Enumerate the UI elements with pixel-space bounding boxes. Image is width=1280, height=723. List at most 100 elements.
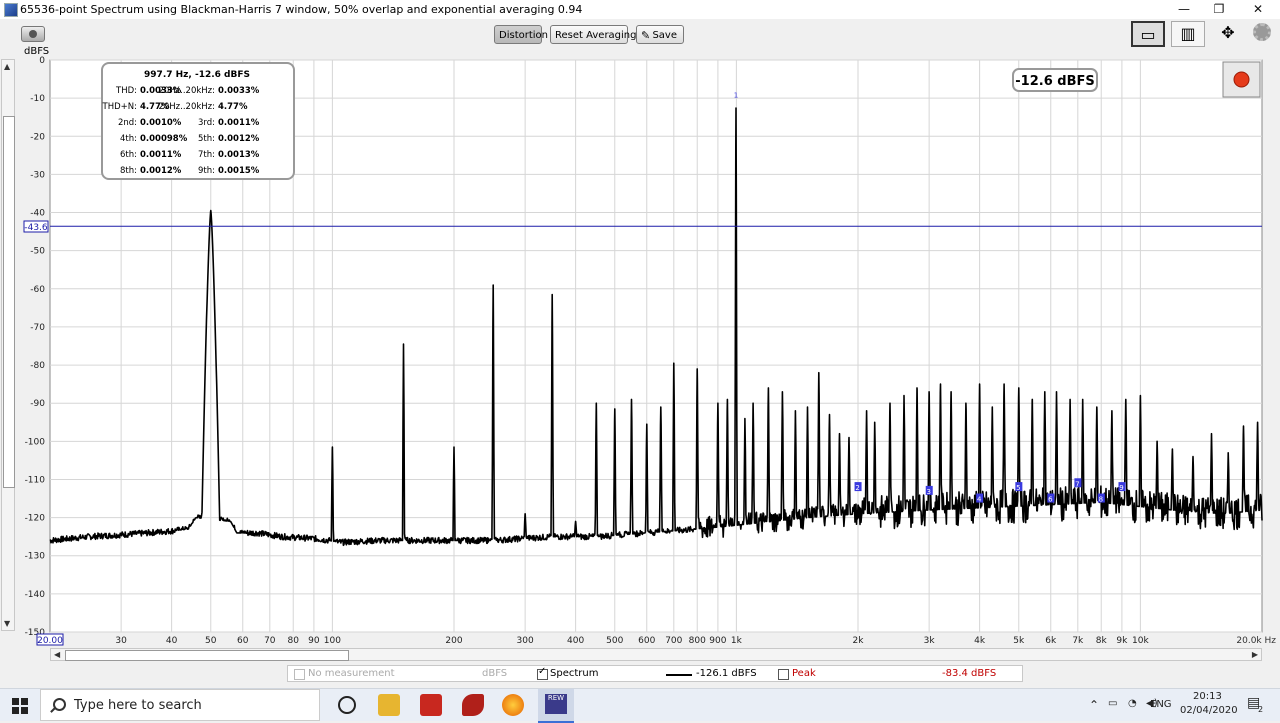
- battery-icon[interactable]: ▭: [1108, 698, 1117, 709]
- y-tick-label: -10: [30, 94, 45, 104]
- distortion-row-value: 4.77%: [218, 102, 248, 112]
- harmonic-marker-label: 3: [926, 488, 930, 496]
- legend-bar: No measurement dBFS ✓ Spectrum -126.1 dB…: [287, 665, 1023, 682]
- distortion-row-value: 0.00098%: [140, 134, 188, 144]
- search-placeholder: Type here to search: [74, 698, 202, 713]
- x-tick-label: 80: [288, 636, 300, 646]
- x-start-label: 20.00: [37, 636, 63, 646]
- clock-date[interactable]: 02/04/2020: [1180, 705, 1238, 716]
- cortana-icon[interactable]: [338, 696, 356, 714]
- app-red-icon[interactable]: [420, 694, 442, 716]
- app-bug-icon[interactable]: [462, 694, 484, 716]
- distortion-row-value: 0.0033%: [218, 86, 260, 96]
- x-tick-label: 400: [567, 636, 584, 646]
- distortion-row-value: 0.0010%: [140, 118, 182, 128]
- scroll-left-icon[interactable]: ◀: [54, 650, 60, 659]
- y-tick-label: -70: [30, 323, 45, 333]
- x-tick-label: 3k: [924, 636, 936, 646]
- x-start-box[interactable]: 20.00: [36, 633, 64, 646]
- distortion-row-value: 0.0011%: [140, 150, 182, 160]
- harmonic-marker-label: 7: [1075, 480, 1079, 488]
- x-tick-label: 700: [665, 636, 682, 646]
- level-badge-text: -12.6 dBFS: [1015, 74, 1094, 89]
- harmonic-marker-label: 1: [734, 91, 738, 99]
- y-tick-label: -20: [30, 132, 45, 142]
- x-tick-label: 300: [517, 636, 534, 646]
- x-end-label: 20.0k Hz: [1236, 636, 1276, 646]
- x-tick-label: 40: [166, 636, 178, 646]
- no-measurement-checkbox[interactable]: [294, 669, 305, 680]
- x-tick-label: 600: [638, 636, 655, 646]
- y-tick-label: -50: [30, 247, 45, 257]
- taskbar-search[interactable]: Type here to search: [40, 689, 320, 721]
- y-tick-label: -140: [25, 590, 46, 600]
- distortion-row-value: 0.0012%: [218, 134, 260, 144]
- chevron-up-icon[interactable]: ⌃: [1089, 698, 1099, 712]
- x-tick-label: 50: [205, 636, 217, 646]
- harmonic-marker-label: 5: [1016, 484, 1020, 492]
- scroll-right-icon[interactable]: ▶: [1252, 650, 1258, 659]
- x-tick-label: 8k: [1096, 636, 1108, 646]
- distortion-row-label: 20Hz..20kHz:: [158, 102, 215, 112]
- x-tick-label: 200: [445, 636, 462, 646]
- notifications-count: 2: [1258, 705, 1264, 714]
- spectrum-value: -126.1 dBFS: [696, 668, 757, 679]
- firefox-icon[interactable]: [502, 694, 524, 716]
- x-tick-label: 10k: [1132, 636, 1149, 646]
- x-tick-label: 90: [308, 636, 320, 646]
- spectrum-chart[interactable]: 0 -10 -20 -30 -40 -50 -60 -70 -80 -90 -100 -110 -120…: [0, 0, 1280, 688]
- distortion-row-label: 4th:: [120, 134, 137, 144]
- y-tick-label: -90: [30, 399, 45, 409]
- distortion-row-label: 20Hz..20kHz:: [158, 86, 215, 96]
- file-explorer-icon[interactable]: [378, 694, 400, 716]
- distortion-row-label: 3rd:: [198, 118, 215, 128]
- distortion-row-label: 9th:: [198, 166, 215, 176]
- clock-time[interactable]: 20:13: [1193, 691, 1222, 702]
- y-tick-label: -120: [25, 514, 46, 524]
- x-tick-label: 6k: [1045, 636, 1057, 646]
- x-tick-label: 30: [115, 636, 127, 646]
- y-tick-label: -80: [30, 361, 45, 371]
- y-tick-label: -40: [30, 209, 45, 219]
- peak-checkbox[interactable]: [778, 669, 789, 680]
- spectrum-line-swatch: [666, 674, 692, 676]
- y-tick-label: -60: [30, 285, 45, 295]
- x-tick-label: 70: [264, 636, 276, 646]
- search-icon: [53, 698, 66, 711]
- y-tick-label: -100: [25, 437, 46, 447]
- x-tick-label: 500: [606, 636, 623, 646]
- spectrum-label: Spectrum: [550, 668, 599, 679]
- harmonic-marker-label: 9: [1119, 484, 1123, 492]
- distortion-row-value: 0.0012%: [140, 166, 182, 176]
- distortion-row-label: 8th:: [120, 166, 137, 176]
- y-tick-label: -130: [25, 552, 46, 562]
- x-tick-label: 60: [237, 636, 249, 646]
- distortion-row-label: 6th:: [120, 150, 137, 160]
- record-button[interactable]: [1222, 61, 1261, 98]
- peak-label: Peak: [792, 668, 816, 679]
- language-indicator[interactable]: ENG: [1150, 699, 1172, 710]
- harmonic-marker-label: 6: [1048, 496, 1053, 504]
- no-measurement-label: No measurement: [308, 668, 395, 679]
- x-tick-label: 2k: [853, 636, 865, 646]
- wifi-icon[interactable]: ◔: [1128, 698, 1137, 709]
- x-tick-label: 7k: [1072, 636, 1084, 646]
- x-tick-label: 1k: [731, 636, 743, 646]
- harmonic-marker-label: 2: [855, 484, 859, 492]
- spectrum-checkbox[interactable]: ✓: [537, 666, 548, 680]
- windows-start-icon[interactable]: [12, 698, 28, 714]
- rew-icon-label: REW: [547, 694, 565, 702]
- x-tick-label: 5k: [1013, 636, 1025, 646]
- distortion-header: 997.7 Hz, -12.6 dBFS: [144, 70, 250, 80]
- rew-taskbar-button[interactable]: REW: [538, 689, 574, 723]
- horizontal-scrollbar[interactable]: ◀ ▶: [50, 648, 1262, 661]
- x-tick-label: 9k: [1116, 636, 1128, 646]
- distortion-row-label: 5th:: [198, 134, 215, 144]
- distortion-row-label: 7th:: [198, 150, 215, 160]
- distortion-row-label: THD+N:: [102, 102, 137, 112]
- cursor-level-text: -43.6: [24, 223, 48, 233]
- x-tick-label: 800: [689, 636, 706, 646]
- cursor-level-box[interactable]: -43.6: [23, 220, 49, 233]
- y-tick-label: 0: [39, 56, 45, 66]
- horizontal-scroll-thumb[interactable]: [65, 650, 349, 661]
